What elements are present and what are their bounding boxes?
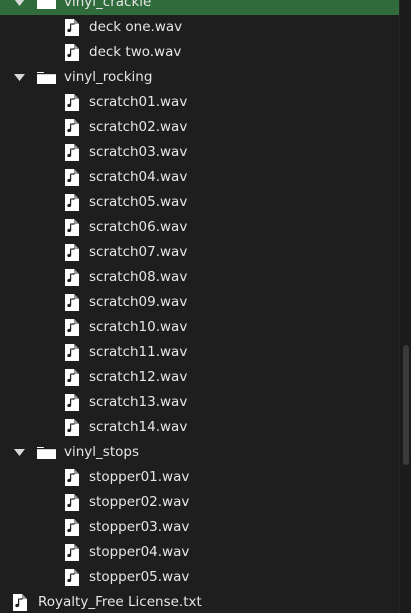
file-row[interactable]: scratch02.wav [0, 115, 399, 140]
folder-row-vinyl-rocking[interactable]: vinyl_rocking [0, 65, 399, 90]
audio-file-icon [65, 319, 79, 336]
audio-file-icon [65, 169, 79, 186]
file-row[interactable]: scratch08.wav [0, 265, 399, 290]
audio-file-icon [65, 94, 79, 111]
file-label: scratch11.wav [89, 344, 188, 360]
file-row[interactable]: stopper02.wav [0, 490, 399, 515]
audio-file-icon [65, 294, 79, 311]
file-label: scratch14.wav [89, 419, 188, 435]
file-row[interactable]: deck two.wav [0, 40, 399, 65]
file-label: scratch04.wav [89, 169, 188, 185]
audio-file-icon [65, 469, 79, 486]
folder-row-vinyl-stops[interactable]: vinyl_stops [0, 440, 399, 465]
file-label: scratch10.wav [89, 319, 188, 335]
file-row[interactable]: scratch04.wav [0, 165, 399, 190]
folder-label: vinyl_stops [64, 444, 139, 460]
file-row[interactable]: scratch06.wav [0, 215, 399, 240]
file-label: scratch03.wav [89, 144, 188, 160]
audio-file-icon [65, 369, 79, 386]
scrollbar-thumb[interactable] [403, 345, 409, 465]
file-row[interactable]: stopper04.wav [0, 540, 399, 565]
file-row[interactable]: stopper01.wav [0, 465, 399, 490]
file-row[interactable]: stopper03.wav [0, 515, 399, 540]
audio-file-icon [65, 519, 79, 536]
file-label: scratch05.wav [89, 194, 188, 210]
chevron-down-icon[interactable] [13, 72, 25, 84]
file-row[interactable]: scratch10.wav [0, 315, 399, 340]
file-label: scratch07.wav [89, 244, 188, 260]
folder-label: vinyl_rocking [64, 69, 153, 85]
folder-icon [37, 445, 56, 460]
folder-icon [37, 70, 56, 85]
file-label: scratch09.wav [89, 294, 188, 310]
file-label: scratch06.wav [89, 219, 188, 235]
file-label: scratch08.wav [89, 269, 188, 285]
file-label: stopper03.wav [89, 519, 190, 535]
file-row[interactable]: scratch11.wav [0, 340, 399, 365]
file-tree: vinyl_crackledeck one.wav deck two.wav vin… [0, 0, 399, 613]
file-row[interactable]: scratch09.wav [0, 290, 399, 315]
file-row[interactable]: Royalty_Free License.txt [0, 590, 399, 613]
file-row[interactable]: stopper05.wav [0, 565, 399, 590]
file-label: Royalty_Free License.txt [38, 594, 202, 610]
file-label: scratch13.wav [89, 394, 188, 410]
file-row[interactable]: scratch05.wav [0, 190, 399, 215]
folder-icon [37, 0, 56, 10]
file-label: stopper04.wav [89, 544, 190, 560]
audio-file-icon [65, 544, 79, 561]
audio-file-icon [65, 344, 79, 361]
file-label: scratch01.wav [89, 94, 188, 110]
audio-file-icon [65, 244, 79, 261]
audio-file-icon [65, 494, 79, 511]
audio-file-icon [65, 194, 79, 211]
file-label: stopper05.wav [89, 569, 190, 585]
chevron-down-icon[interactable] [13, 447, 25, 459]
audio-file-icon [65, 44, 79, 61]
audio-file-icon [65, 19, 79, 36]
audio-file-icon [65, 119, 79, 136]
file-label: scratch02.wav [89, 119, 188, 135]
vertical-scrollbar[interactable] [399, 0, 411, 613]
audio-file-icon [65, 419, 79, 436]
file-label: deck one.wav [89, 19, 183, 35]
audio-file-icon [65, 569, 79, 586]
file-row[interactable]: scratch13.wav [0, 390, 399, 415]
audio-file-icon [65, 144, 79, 161]
file-label: stopper01.wav [89, 469, 190, 485]
folder-label: vinyl_crackle [64, 0, 152, 10]
folder-row-vinyl-crackle[interactable]: vinyl_crackle [0, 0, 399, 15]
audio-file-icon [65, 219, 79, 236]
file-row[interactable]: scratch12.wav [0, 365, 399, 390]
chevron-down-icon[interactable] [13, 0, 25, 9]
audio-file-icon [65, 394, 79, 411]
file-row[interactable]: scratch14.wav [0, 415, 399, 440]
text-file-icon [13, 594, 27, 611]
file-label: stopper02.wav [89, 494, 190, 510]
file-row[interactable]: scratch03.wav [0, 140, 399, 165]
file-row[interactable]: scratch07.wav [0, 240, 399, 265]
file-row[interactable]: scratch01.wav [0, 90, 399, 115]
file-row[interactable]: deck one.wav [0, 15, 399, 40]
file-label: scratch12.wav [89, 369, 188, 385]
audio-file-icon [65, 269, 79, 286]
file-label: deck two.wav [89, 44, 182, 60]
